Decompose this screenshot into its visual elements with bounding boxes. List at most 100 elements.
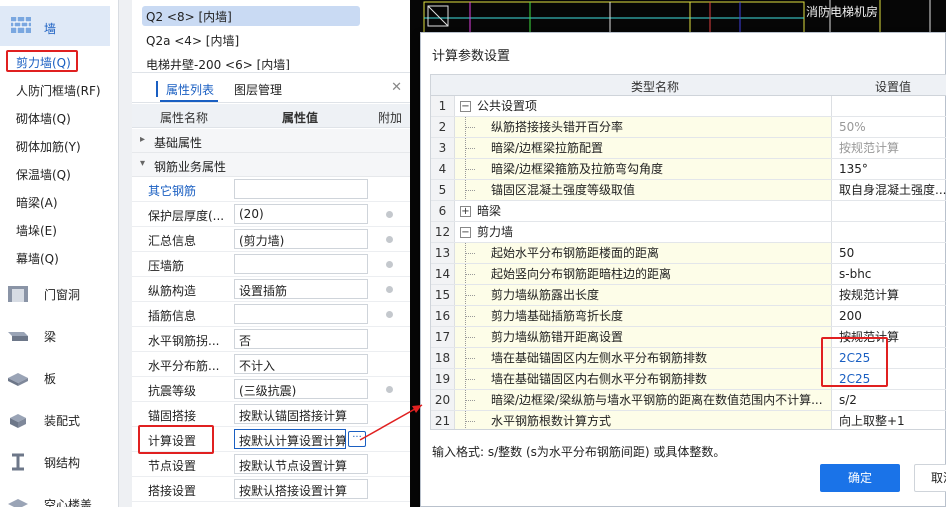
grid-row[interactable]: 6 + 暗梁 [431, 201, 946, 222]
sidebar-item-insulation-wall[interactable]: 保温墙(Q) [16, 166, 71, 184]
row-value[interactable]: 按规范计算 [835, 285, 946, 305]
component-item-elevator-shaft[interactable]: 电梯井壁-200 <6> [内墙] [142, 54, 294, 70]
grid-row[interactable]: 1 − 公共设置项 [431, 96, 946, 117]
category-prefabricated[interactable]: 装配式 [0, 404, 110, 436]
ok-button[interactable]: 确定 [820, 464, 900, 492]
sidebar-item-wall-pier[interactable]: 墙垛(E) [16, 222, 57, 240]
extra-dot[interactable] [386, 236, 393, 243]
group-basic-properties[interactable]: ▸ 基础属性 [132, 129, 410, 153]
prop-name: 水平分布筋... [148, 359, 220, 373]
tab-property-list[interactable]: 属性列表 [166, 81, 214, 98]
prop-row: 纵筋构造 设置插筋 [132, 277, 410, 302]
row-value[interactable]: 向上取整+1 [835, 411, 946, 429]
column-extra: 附加 [378, 111, 403, 125]
row-value[interactable]: 135° [835, 159, 946, 179]
property-panel: 属性列表 图层管理 ✕ 属性名称 属性值 附加 ▸ 基础属性 ▾ 钢筋业务属性 … [132, 72, 410, 507]
row-name: 暗梁 [477, 204, 502, 218]
close-icon[interactable]: ✕ [391, 80, 402, 95]
tab-layer-management[interactable]: 图层管理 [234, 81, 282, 98]
prop-value-input[interactable]: (三级抗震) [234, 379, 368, 399]
sidebar-item-masonry-reinforcement[interactable]: 砌体加筋(Y) [16, 138, 81, 156]
sidebar-item-civil-defense-frame-wall[interactable]: 人防门框墙(RF) [16, 82, 101, 100]
grid-row[interactable]: 13 起始水平分布钢筋距楼面的距离 50 [431, 243, 946, 264]
row-name-cell: 起始水平分布钢筋距楼面的距离 [455, 243, 832, 263]
row-value[interactable]: 50 [835, 243, 946, 263]
prop-name: 节点设置 [148, 459, 197, 473]
group-rebar-properties[interactable]: ▾ 钢筋业务属性 [132, 153, 410, 177]
grid-row[interactable]: 5 锚固区混凝土强度等级取值 取自身混凝土强度... [431, 180, 946, 201]
tree-line [465, 253, 475, 254]
grid-row[interactable]: 3 暗梁/边框梁拉筋配置 按规范计算 [431, 138, 946, 159]
grid-row[interactable]: 20 暗梁/边框梁/梁纵筋与墙水平钢筋的距离在数值范围内不计算... s/2 [431, 390, 946, 411]
prop-value-input[interactable]: 按默认搭接设置计算 [234, 479, 368, 499]
door-window-icon [8, 286, 28, 302]
grid-row[interactable]: 21 水平钢筋根数计算方式 向上取整+1 [431, 411, 946, 429]
calc-settings-value[interactable]: 按默认计算设置计算 [234, 429, 346, 449]
prop-value-input[interactable]: (20) [234, 204, 368, 224]
prop-value-input[interactable]: 否 [234, 329, 368, 349]
extra-dot[interactable] [386, 211, 393, 218]
category-hollow-floor[interactable]: 空心楼盖 [0, 488, 110, 507]
more-options-button[interactable]: ··· [348, 431, 366, 447]
category-slab-label: 板 [44, 372, 57, 386]
category-beam[interactable]: 梁 [0, 320, 110, 352]
prop-name[interactable]: 其它钢筋 [148, 182, 232, 199]
grid-row[interactable]: 14 起始竖向分布钢筋距暗柱边的距离 s-bhc [431, 264, 946, 285]
cancel-button[interactable]: 取消 [914, 464, 946, 492]
highlight-calc-settings [138, 425, 214, 454]
row-value[interactable]: 200 [835, 306, 946, 326]
grid-row[interactable]: 4 暗梁/边框梁箍筋及拉筋弯勾角度 135° [431, 159, 946, 180]
category-beam-label: 梁 [44, 330, 57, 344]
category-door-window[interactable]: 门窗洞 [0, 278, 110, 310]
sidebar-item-hidden-beam[interactable]: 暗梁(A) [16, 194, 58, 212]
active-tab-underline [160, 100, 218, 102]
category-steel-structure[interactable]: 钢结构 [0, 446, 110, 478]
row-value[interactable]: s/2 [835, 390, 946, 410]
tree-line [465, 148, 475, 149]
row-value[interactable]: 按规范计算 [835, 138, 946, 158]
chevron-down-icon: ▾ [140, 158, 146, 169]
prop-name: 水平钢筋拐... [148, 334, 220, 348]
prop-row: 汇总信息 (剪力墙) [132, 227, 410, 252]
column-setting-value: 设置值 [875, 80, 912, 94]
category-door-window-label: 门窗洞 [44, 288, 81, 302]
highlight-rebar-rows [821, 337, 888, 387]
prop-value-input[interactable] [234, 254, 368, 274]
row-name-cell: 墙在基础锚固区内右侧水平分布钢筋排数 [455, 369, 832, 389]
grid-row[interactable]: 2 纵筋搭接接头错开百分率 50% [431, 117, 946, 138]
sidebar-item-masonry-wall[interactable]: 砌体墙(Q) [16, 110, 71, 128]
collapse-icon[interactable]: − [460, 227, 471, 238]
prop-value-input[interactable]: 设置插筋 [234, 279, 368, 299]
category-wall[interactable]: 墙 [0, 6, 110, 46]
row-number: 4 [431, 159, 455, 179]
steel-structure-icon [12, 453, 24, 471]
row-value [835, 201, 946, 221]
row-value[interactable]: 取自身混凝土强度... [835, 180, 946, 200]
collapse-icon[interactable]: − [460, 101, 471, 112]
extra-dot[interactable] [386, 311, 393, 318]
prop-value-input[interactable]: 按默认节点设置计算 [234, 454, 368, 474]
prop-row: 锚固搭接 按默认锚固搭接计算 [132, 402, 410, 427]
extra-dot[interactable] [386, 286, 393, 293]
prop-value-input[interactable] [234, 179, 368, 199]
sidebar-item-curtain-wall[interactable]: 幕墙(Q) [16, 250, 59, 268]
row-value[interactable]: 50% [835, 117, 946, 137]
grid-row[interactable]: 12 − 剪力墙 [431, 222, 946, 243]
prop-value-input[interactable] [234, 304, 368, 324]
row-value[interactable]: s-bhc [835, 264, 946, 284]
component-item-q2[interactable]: Q2 <8> [内墙] [142, 6, 360, 26]
grid-row[interactable]: 16 剪力墙基础插筋弯折长度 200 [431, 306, 946, 327]
category-slab[interactable]: 板 [0, 362, 110, 394]
extra-dot[interactable] [386, 386, 393, 393]
row-name: 暗梁/边框梁/梁纵筋与墙水平钢筋的距离在数值范围内不计算... [491, 393, 823, 407]
grid-row[interactable]: 15 剪力墙纵筋露出长度 按规范计算 [431, 285, 946, 306]
prop-value-input[interactable]: (剪力墙) [234, 229, 368, 249]
expand-icon[interactable]: + [460, 206, 471, 217]
prop-value-input[interactable]: 不计入 [234, 354, 368, 374]
sidebar-scrollbar[interactable] [118, 0, 132, 507]
dialog-title: 计算参数设置 [432, 49, 511, 64]
row-name: 纵筋搭接接头错开百分率 [491, 120, 624, 134]
extra-dot[interactable] [386, 261, 393, 268]
prop-value-input[interactable]: 按默认锚固搭接计算 [234, 404, 368, 424]
component-item-q2a[interactable]: Q2a <4> [内墙] [142, 30, 243, 50]
